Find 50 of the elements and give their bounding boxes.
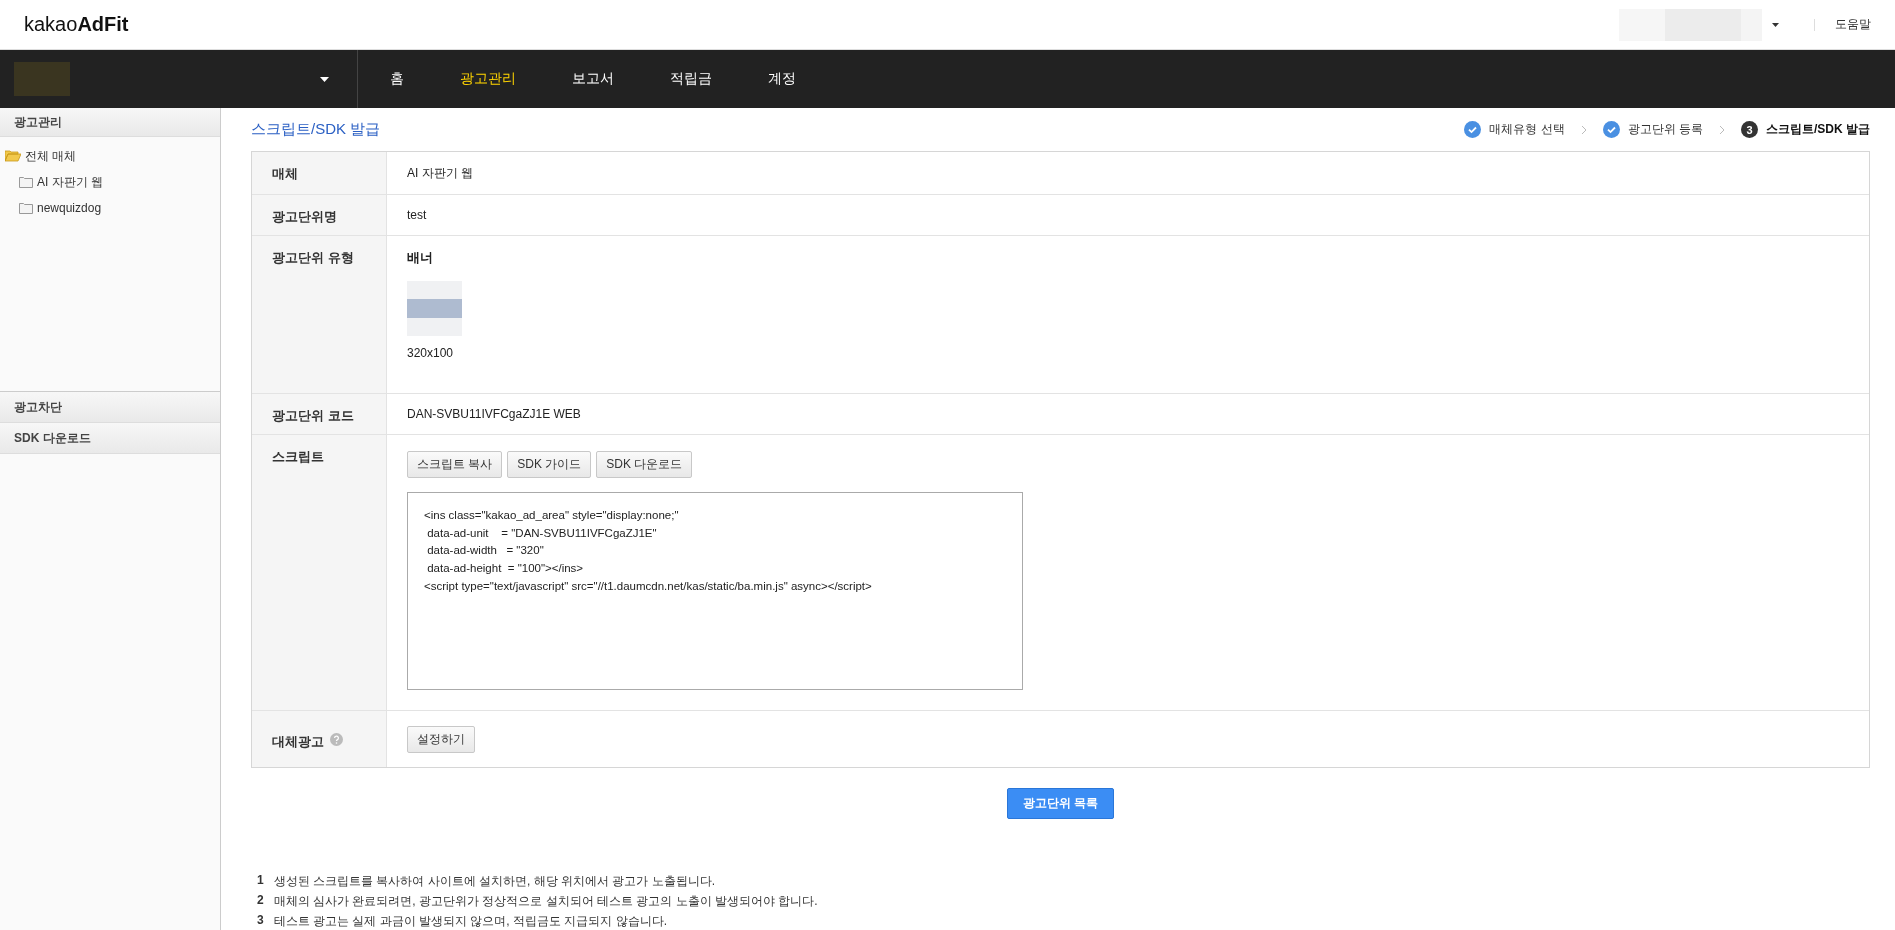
field-value: test (407, 208, 427, 222)
logo[interactable]: kakaoAdFit (24, 13, 129, 36)
note-text: 생성된 스크립트를 복사하여 사이트에 설치하면, 해당 위치에서 광고가 노출됩니다. (273, 873, 716, 890)
sidebar-section-header[interactable]: 광고차단 (0, 392, 220, 423)
script-action-button[interactable]: SDK 가이드 (507, 451, 592, 478)
chevron-icon (1719, 124, 1725, 135)
setting-button[interactable]: 설정하기 (407, 726, 475, 753)
note-number: 2 (256, 893, 264, 909)
field-label: 대체광고 (272, 733, 324, 751)
site-logo-placeholder (14, 62, 70, 96)
field-label: 광고단위 유형 (272, 249, 354, 267)
banner-thumbnail-icon (407, 281, 462, 336)
script-action-button[interactable]: SDK 다운로드 (596, 451, 693, 478)
field-label: 스크립트 (272, 448, 324, 466)
field-value: 배너 (407, 249, 433, 267)
field-label: 광고단위 코드 (272, 407, 354, 425)
tree-item[interactable]: newquizdog (37, 201, 102, 215)
field-value: AI 자판기 웹 (407, 165, 473, 182)
nav-tab[interactable]: 보고서 (544, 70, 642, 88)
note-text: 매체의 심사가 완료되려면, 광고단위가 정상적으로 설치되어 테스트 광고의 노출이 발생되어야 합니다. (273, 893, 818, 910)
check-icon (1602, 121, 1620, 138)
nav-tab[interactable]: 계정 (740, 70, 824, 88)
note-number: 1 (256, 873, 264, 889)
tree-item[interactable]: 전체 매체 (25, 147, 77, 165)
note-number: 3 (256, 913, 264, 929)
banner-size: 320x100 (407, 346, 454, 360)
sidebar-section-header[interactable]: SDK 다운로드 (0, 423, 220, 454)
page-title: 스크립트/SDK 발급 (251, 120, 381, 139)
field-label: 광고단위명 (272, 208, 337, 226)
caret-icon[interactable] (1772, 22, 1779, 27)
help-link[interactable]: 도움말 (1835, 16, 1871, 33)
script-action-button[interactable]: 스크립트 복사 (407, 451, 503, 478)
step-label: 매체유형 선택 (1489, 121, 1565, 138)
script-code-field[interactable]: <ins class="kakao_ad_area" style="display:none;" data-ad-unit = "DAN-SVBU11IVFCgaZJ1E" data-ad-width = "320" data-ad-height = "100"></ins> <script type="text/javascript" src="//t1.daumcdn.net/kas/static/ba.min.js" async></script> (407, 492, 1023, 690)
folder-icon (19, 176, 33, 188)
sidebar-section-header[interactable]: 광고관리 (0, 108, 220, 137)
step-number: 3 (1741, 121, 1758, 138)
note-text: 테스트 광고는 실제 과금이 발생되지 않으며, 적립금도 지급되지 않습니다. (273, 913, 668, 930)
nav-tab[interactable]: 광고관리 (432, 70, 544, 88)
field-value: DAN-SVBU11IVFCgaZJ1E WEB (407, 407, 581, 421)
folder-icon (19, 202, 33, 214)
step-label: 스크립트/SDK 발급 (1766, 121, 1870, 138)
check-icon (1464, 121, 1482, 138)
chevron-icon (1580, 124, 1587, 135)
tree-item[interactable]: AI 자판기 웹 (37, 173, 103, 191)
field-label: 매체 (272, 165, 298, 183)
step-label: 광고단위 등록 (1627, 121, 1703, 138)
nav-tab[interactable]: 홈 (358, 70, 432, 88)
nav-tab[interactable]: 적립금 (642, 70, 740, 88)
caret-icon[interactable] (320, 76, 329, 82)
